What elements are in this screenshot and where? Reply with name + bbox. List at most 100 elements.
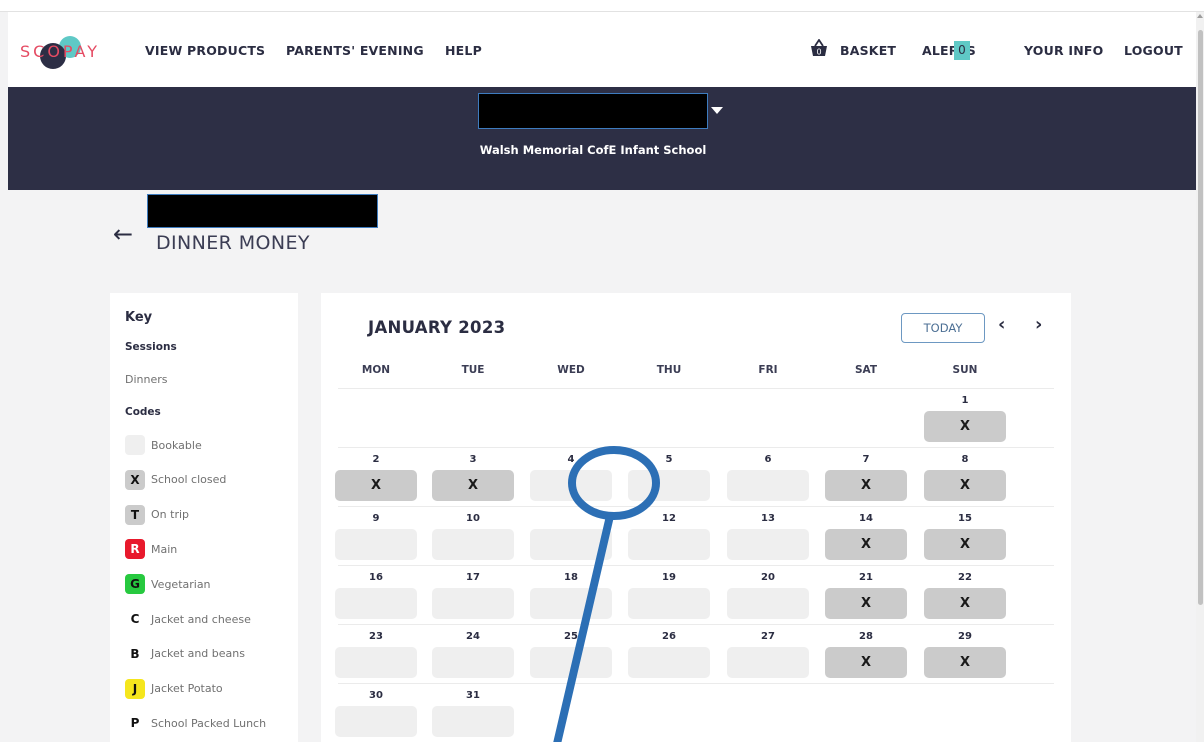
today-button[interactable]: TODAY — [901, 313, 985, 343]
weekday-header: SUN — [952, 364, 978, 376]
day-number: 26 — [662, 631, 676, 642]
next-month-icon[interactable]: › — [1035, 314, 1042, 335]
child-select-redacted[interactable] — [478, 93, 708, 129]
page-title: DINNER MONEY — [156, 232, 310, 254]
day-number: 19 — [662, 572, 676, 583]
key-code-row: G Vegetarian — [125, 573, 211, 595]
scopay-logo[interactable]: SCOPAY — [20, 34, 112, 69]
key-code-label: Vegetarian — [151, 577, 211, 591]
key-panel: Key Sessions Dinners Codes Bookable X Scho… — [110, 293, 298, 742]
day-cell-bookable[interactable] — [335, 647, 417, 678]
day-cell-closed[interactable]: X — [825, 470, 907, 501]
day-number: 4 — [567, 454, 575, 465]
day-cell-bookable[interactable] — [432, 529, 514, 560]
basket-icon[interactable]: 0 — [809, 39, 829, 57]
day-cell-bookable[interactable] — [335, 706, 417, 737]
top-nav: SCOPAY VIEW PRODUCTS PARENTS' EVENING HE… — [8, 12, 1196, 87]
key-sessions-heading: Sessions — [125, 341, 177, 353]
scroll-up-icon[interactable] — [1197, 14, 1203, 18]
back-arrow-icon[interactable]: ← — [113, 220, 133, 248]
key-code-label: Main — [151, 542, 178, 556]
day-number: 10 — [466, 513, 480, 524]
day-number: 14 — [859, 513, 873, 524]
day-cell-bookable[interactable] — [335, 588, 417, 619]
browser-top-strip — [0, 0, 1204, 12]
day-number: 1 — [961, 395, 969, 406]
day-number: 12 — [662, 513, 676, 524]
day-cell-bookable[interactable] — [628, 588, 710, 619]
day-cell-bookable[interactable] — [727, 647, 809, 678]
prev-month-icon[interactable]: ‹ — [998, 314, 1005, 335]
week-divider — [338, 624, 1054, 625]
day-cell-closed[interactable]: X — [432, 470, 514, 501]
day-cell-bookable[interactable] — [530, 588, 612, 619]
day-number: 29 — [958, 631, 972, 642]
day-number: 7 — [862, 454, 870, 465]
nav-logout[interactable]: LOGOUT — [1124, 43, 1183, 58]
key-code-row: R Main — [125, 538, 177, 560]
day-cell-bookable[interactable] — [530, 470, 612, 501]
key-code-label: School Packed Lunch — [151, 716, 267, 730]
key-code-label: Jacket and beans — [151, 647, 245, 661]
day-cell-closed[interactable]: X — [924, 411, 1006, 442]
day-number: 21 — [859, 572, 873, 583]
day-cell-closed[interactable]: X — [924, 588, 1006, 619]
weekday-header: SAT — [854, 364, 878, 376]
day-number: 15 — [958, 513, 972, 524]
day-cell-closed[interactable]: X — [825, 588, 907, 619]
day-cell-closed[interactable]: X — [825, 529, 907, 560]
day-cell-closed[interactable]: X — [335, 470, 417, 501]
day-cell-bookable[interactable] — [628, 470, 710, 501]
day-number: 17 — [466, 572, 480, 583]
day-number: 30 — [369, 690, 383, 701]
day-number: 2 — [372, 454, 380, 465]
nav-parents-evening[interactable]: PARENTS' EVENING — [286, 43, 424, 58]
key-code-chip: J — [125, 678, 145, 699]
logo-text: SCOPAY — [20, 42, 101, 61]
day-cell-bookable[interactable] — [727, 588, 809, 619]
weekday-header: MON — [361, 364, 391, 376]
key-code-chip — [125, 435, 145, 455]
key-code-chip: X — [125, 469, 145, 490]
key-code-label: Jacket and cheese — [151, 612, 251, 626]
key-code-label: Jacket Potato — [151, 682, 223, 696]
weekday-header: FRI — [758, 364, 778, 376]
day-number: 20 — [761, 572, 775, 583]
day-cell-bookable[interactable] — [432, 588, 514, 619]
day-cell-bookable[interactable] — [530, 647, 612, 678]
day-number: 8 — [961, 454, 969, 465]
calendar-panel: JANUARY 2023 TODAY ‹ › MON TUE WED THU FRI SA… — [321, 293, 1071, 742]
day-cell-closed[interactable]: X — [825, 647, 907, 678]
day-cell-bookable[interactable] — [727, 470, 809, 501]
day-cell-closed[interactable]: X — [924, 647, 1006, 678]
key-code-row: J Jacket Potato — [125, 678, 223, 700]
nav-help[interactable]: HELP — [445, 43, 482, 58]
day-cell-bookable[interactable] — [628, 647, 710, 678]
key-code-chip: G — [125, 574, 145, 595]
weekday-header: THU — [656, 364, 682, 376]
day-number: 9 — [372, 513, 380, 524]
day-cell-bookable[interactable] — [432, 706, 514, 737]
day-number: 31 — [466, 690, 480, 701]
day-number: 5 — [665, 454, 673, 465]
day-cell-closed[interactable]: X — [924, 529, 1006, 560]
day-cell-bookable[interactable] — [335, 529, 417, 560]
day-cell-closed[interactable]: X — [924, 470, 1006, 501]
nav-your-info[interactable]: YOUR INFO — [1024, 43, 1103, 58]
key-code-chip: P — [125, 713, 145, 734]
nav-basket[interactable]: BASKET — [840, 43, 896, 58]
alerts-count-badge[interactable]: 0 — [954, 41, 970, 60]
day-number: 27 — [761, 631, 775, 642]
scrollbar-thumb[interactable] — [1198, 30, 1203, 605]
day-cell-bookable[interactable] — [628, 529, 710, 560]
day-cell-bookable[interactable] — [530, 529, 612, 560]
nav-view-products[interactable]: VIEW PRODUCTS — [145, 43, 265, 58]
weekday-header: TUE — [461, 364, 485, 376]
weekday-header: WED — [557, 364, 585, 376]
caret-down-icon[interactable] — [711, 107, 723, 114]
day-cell-bookable[interactable] — [432, 647, 514, 678]
key-code-label: School closed — [151, 473, 227, 487]
week-divider — [338, 388, 1054, 389]
day-cell-bookable[interactable] — [727, 529, 809, 560]
key-code-chip: C — [125, 609, 145, 629]
